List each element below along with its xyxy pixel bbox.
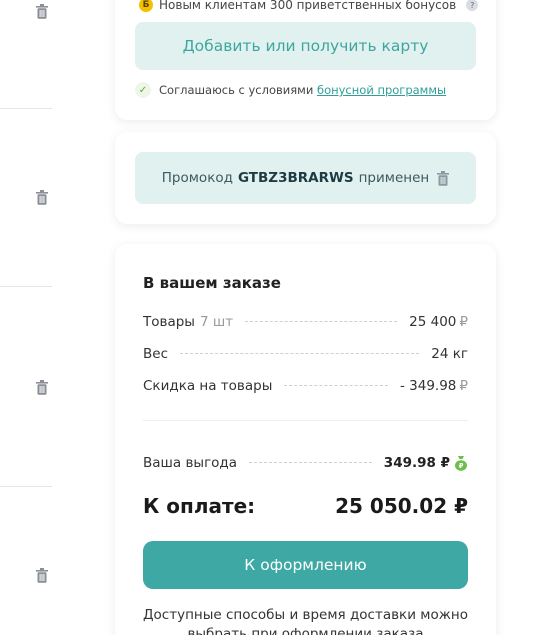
moneybag-icon: ₽ — [455, 456, 467, 471]
checkout-button[interactable]: К оформлению — [143, 541, 468, 589]
benefit-amount: 349.98 ₽ — [383, 455, 450, 471]
summary-label: Товары — [143, 314, 195, 330]
dotted-leader — [180, 353, 420, 354]
terms-checkbox[interactable]: ✓ — [135, 82, 151, 98]
total-row: К оплате: 25 050.02 ₽ — [143, 494, 468, 518]
cart-item-divider — [0, 108, 52, 109]
summary-row-benefit: Ваша выгода 349.98 ₽ ₽ — [143, 455, 468, 475]
promo-prefix: Промокод — [161, 170, 233, 186]
total-value: 25 050.02 ₽ — [335, 494, 468, 518]
remove-item-button[interactable] — [34, 188, 50, 206]
remove-promo-button[interactable] — [437, 170, 450, 186]
help-icon[interactable]: ? — [466, 0, 479, 11]
dotted-leader — [249, 462, 372, 463]
summary-divider — [143, 420, 468, 421]
summary-label: Скидка на товары — [143, 378, 273, 394]
benefit-value: 349.98 ₽ ₽ — [384, 455, 468, 471]
order-summary-title: В вашем заказе — [143, 274, 281, 292]
cart-items-column — [0, 0, 52, 635]
welcome-bonus-text: Новым клиентам 300 приветственных бонусо… — [159, 0, 457, 12]
summary-label: Вес — [143, 346, 168, 362]
cart-item-divider — [0, 286, 52, 287]
cart-item-divider — [0, 486, 52, 487]
total-label: К оплате: — [143, 494, 256, 518]
promo-code-value: GTBZ3BRARWS — [237, 170, 354, 186]
terms-agreement: ✓ Соглашаюсь с условиями бонусной програ… — [135, 82, 446, 98]
trash-icon — [36, 567, 48, 583]
svg-text:₽: ₽ — [459, 462, 464, 470]
summary-value: 24 кг — [431, 346, 468, 362]
dotted-leader — [245, 321, 398, 322]
promo-status: применен — [358, 170, 430, 186]
items-count: 7 шт — [199, 314, 234, 330]
remove-item-button[interactable] — [34, 566, 50, 584]
terms-text: Соглашаюсь с условиями бонусной программ… — [159, 83, 446, 97]
ruble-sign: ₽ — [459, 314, 468, 330]
trash-icon — [36, 189, 48, 205]
add-card-button[interactable]: Добавить или получить карту — [135, 22, 476, 70]
delivery-note: Доступные способы и время доставки можно… — [143, 607, 468, 635]
benefit-label: Ваша выгода — [143, 455, 238, 471]
order-summary-panel: В вашем заказе Товары 7 шт 25 400 ₽ Вес 2… — [115, 244, 496, 635]
remove-item-button[interactable] — [34, 378, 50, 396]
promo-code-applied: Промокод GTBZ3BRARWS применен — [135, 152, 476, 204]
ruble-sign: ₽ — [459, 378, 468, 394]
summary-row-weight: Вес 24 кг — [143, 346, 468, 366]
terms-label: Соглашаюсь с условиями — [159, 83, 314, 97]
trash-icon — [36, 379, 48, 395]
bonus-program-link[interactable]: бонусной программы — [317, 83, 446, 97]
summary-value: 25 400 ₽ — [409, 314, 468, 330]
bonus-coin-icon: Б — [139, 0, 153, 12]
summary-row-discount: Скидка на товары - 349.98 ₽ — [143, 378, 468, 398]
trash-icon — [36, 3, 48, 19]
trash-icon — [437, 170, 450, 186]
promo-code-panel: Промокод GTBZ3BRARWS применен — [115, 132, 496, 224]
bonus-card-panel: Б Новым клиентам 300 приветственных бону… — [115, 0, 496, 120]
welcome-bonus-note: Б Новым клиентам 300 приветственных бону… — [139, 0, 479, 12]
summary-row-items: Товары 7 шт 25 400 ₽ — [143, 314, 468, 334]
dotted-leader — [284, 385, 388, 386]
summary-value: - 349.98 ₽ — [400, 378, 468, 394]
remove-item-button[interactable] — [34, 2, 50, 20]
